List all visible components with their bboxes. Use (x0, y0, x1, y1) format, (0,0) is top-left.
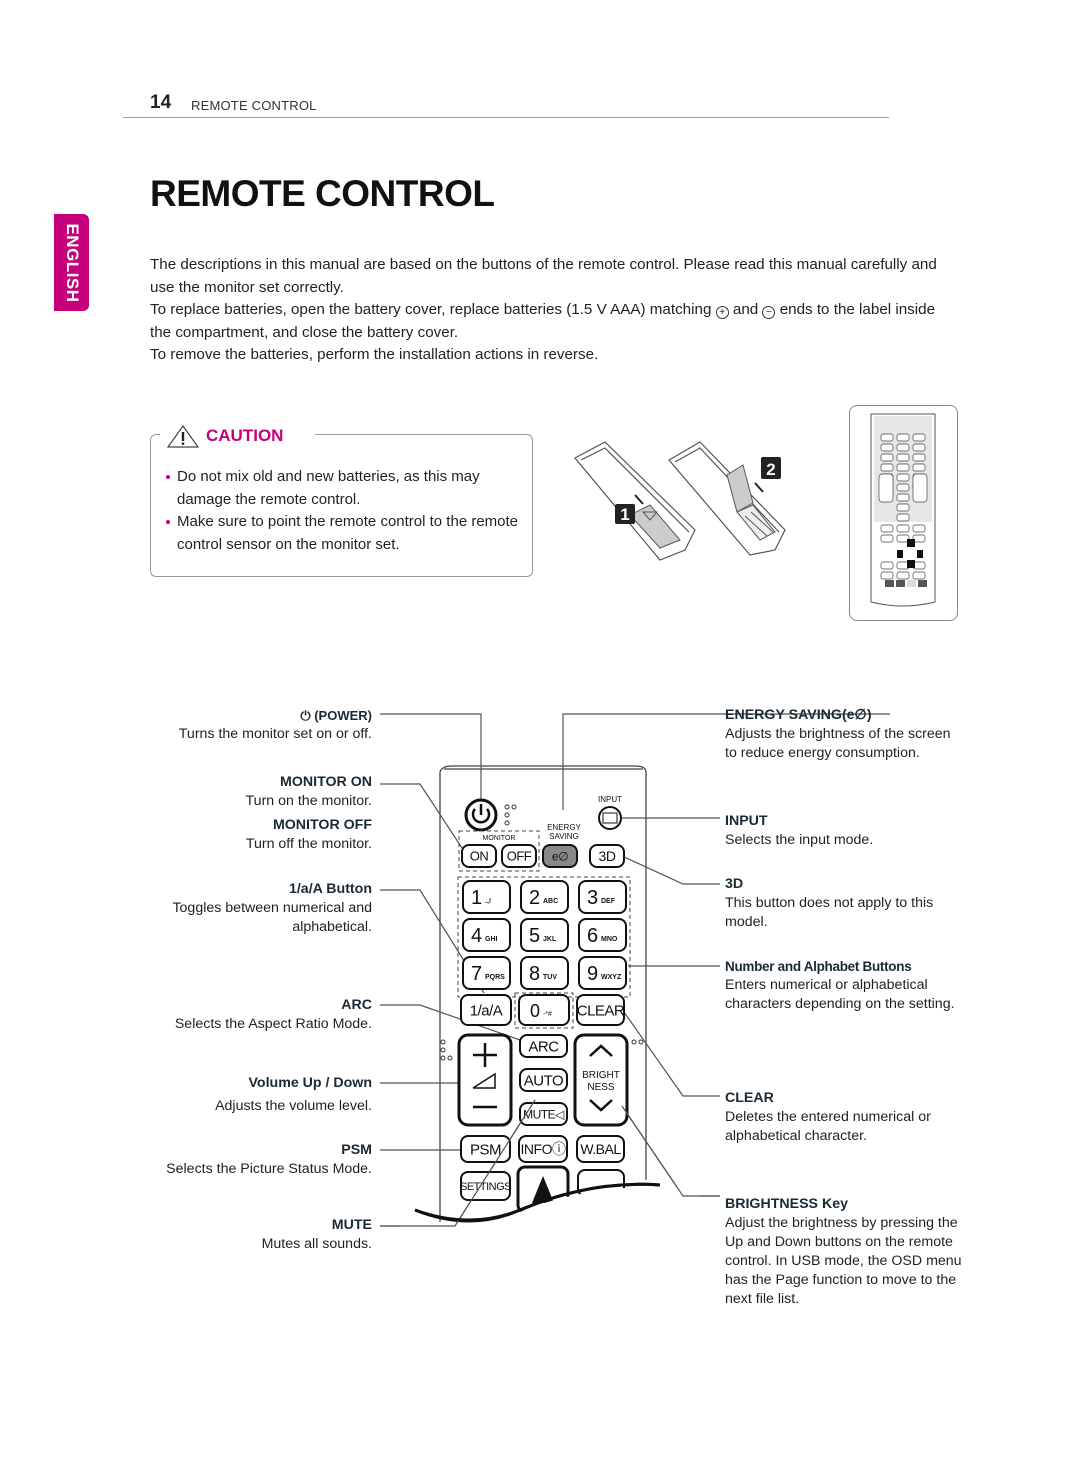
energy-saving-callout: ENERGY SAVING(e∅) Adjusts the brightness… (725, 707, 951, 761)
psm-callout: PSM Selects the Picture Status Mode. (166, 1142, 372, 1177)
number-key-6[interactable]: 6 MNO (578, 918, 627, 952)
power-icon: ⏻ (300, 708, 315, 723)
svg-text:DEF: DEF (601, 898, 616, 905)
mute-callout: MUTE Mutes all sounds. (261, 1217, 372, 1252)
monitor-on-callout: MONITOR ON Turn on the monitor. (245, 774, 372, 809)
number-key-2[interactable]: 2 ABC (520, 880, 569, 914)
power-button[interactable] (464, 798, 498, 832)
auto-button[interactable]: AUTO (519, 1068, 568, 1092)
svg-text:INFOⓘ: INFOⓘ (521, 1141, 566, 1157)
volume-callout: Volume Up / Down Adjusts the volume leve… (215, 1075, 372, 1114)
number-key-7[interactable]: 7 PQRS (462, 956, 511, 990)
svg-text:5: 5 (529, 925, 540, 947)
monitor-off-button[interactable]: OFF (501, 844, 537, 868)
brightness-rocker[interactable]: BRIGHTNESS (573, 1033, 629, 1127)
svg-text:ON: ON (470, 849, 489, 864)
number-key-0[interactable]: 0 -*# (518, 994, 570, 1026)
mute-button[interactable]: MUTE◁ (519, 1102, 568, 1126)
3d-callout: 3D This button does not apply to this mo… (725, 876, 934, 930)
svg-text:OFF: OFF (507, 849, 532, 864)
energy-saving-button[interactable]: e∅ (542, 844, 578, 868)
svg-text:WXYZ: WXYZ (601, 974, 622, 981)
arc-callout: ARC Selects the Aspect Ratio Mode. (174, 997, 372, 1032)
input-label: INPUT (598, 795, 622, 804)
svg-text:e∅: e∅ (552, 849, 568, 863)
clear-button[interactable]: CLEAR (576, 994, 625, 1026)
svg-text:-*#: -*# (543, 1011, 552, 1018)
3d-button[interactable]: 3D (589, 844, 625, 868)
svg-text:6: 6 (587, 925, 598, 947)
svg-text:CLEAR: CLEAR (577, 1002, 625, 1019)
svg-text:7: 7 (471, 963, 482, 985)
settings-button[interactable]: SETTINGS (460, 1171, 512, 1201)
svg-text:PSM: PSM (470, 1141, 501, 1158)
input-button[interactable] (598, 806, 622, 830)
svg-text:ABC: ABC (543, 898, 558, 905)
input-callout: INPUT Selects the input mode. (725, 813, 874, 848)
toggle-callout: 1/a/A Button Toggles between numerical a… (172, 881, 372, 935)
brightness-callout: BRIGHTNESS Key Adjust the brightness by … (725, 1196, 962, 1307)
volume-rocker[interactable] (457, 1033, 513, 1127)
svg-text:3D: 3D (599, 848, 616, 864)
clear-callout: CLEAR Deletes the entered numerical or a… (725, 1090, 931, 1144)
monitor-off-callout: MONITOR OFF Turn off the monitor. (245, 817, 372, 852)
svg-text:AUTO: AUTO (524, 1072, 563, 1089)
svg-text:0: 0 (530, 1001, 540, 1021)
svg-text:W.BAL: W.BAL (580, 1141, 621, 1157)
monitor-label: MONITOR (483, 835, 516, 842)
svg-text:.,!: .,! (485, 898, 491, 905)
svg-text:9: 9 (587, 963, 598, 985)
number-key-3[interactable]: 3 DEF (578, 880, 627, 914)
svg-text:2: 2 (529, 887, 540, 909)
svg-text:1: 1 (471, 887, 482, 909)
number-buttons-callout: Number and Alphabet Buttons Enters numer… (725, 959, 955, 1012)
svg-text:3: 3 (587, 887, 598, 909)
energy-label: ENERGY (547, 823, 581, 832)
svg-text:4: 4 (471, 925, 482, 947)
svg-text:NESS: NESS (587, 1082, 615, 1093)
psm-button[interactable]: PSM (460, 1135, 511, 1163)
toggle-1aA-button[interactable]: 1/a/A (460, 994, 512, 1026)
svg-text:1/a/A: 1/a/A (470, 1002, 503, 1019)
number-key-4[interactable]: 4 GHI (462, 918, 511, 952)
svg-text:GHI: GHI (485, 936, 498, 943)
svg-text:BRIGHT: BRIGHT (582, 1070, 620, 1081)
number-key-1[interactable]: 1.,! (462, 880, 511, 914)
wbal-button[interactable]: W.BAL (576, 1135, 625, 1163)
svg-text:ARC: ARC (528, 1038, 559, 1055)
svg-text:TUV: TUV (543, 974, 557, 981)
svg-text:8: 8 (529, 963, 540, 985)
svg-text:MNO: MNO (601, 936, 618, 943)
arc-button[interactable]: ARC (519, 1034, 568, 1058)
number-key-8[interactable]: 8 TUV (520, 956, 569, 990)
number-key-9[interactable]: 9 WXYZ (578, 956, 627, 990)
saving-label: SAVING (549, 832, 579, 841)
power-callout: ⏻ (POWER) Turns the monitor set on or of… (178, 708, 372, 742)
number-key-5[interactable]: 5 JKL (520, 918, 569, 952)
monitor-on-button[interactable]: ON (461, 844, 497, 868)
svg-text:PQRS: PQRS (485, 974, 505, 981)
info-button[interactable]: INFOⓘ (518, 1135, 568, 1163)
svg-text:SETTINGS: SETTINGS (460, 1181, 511, 1193)
svg-text:JKL: JKL (543, 936, 557, 943)
